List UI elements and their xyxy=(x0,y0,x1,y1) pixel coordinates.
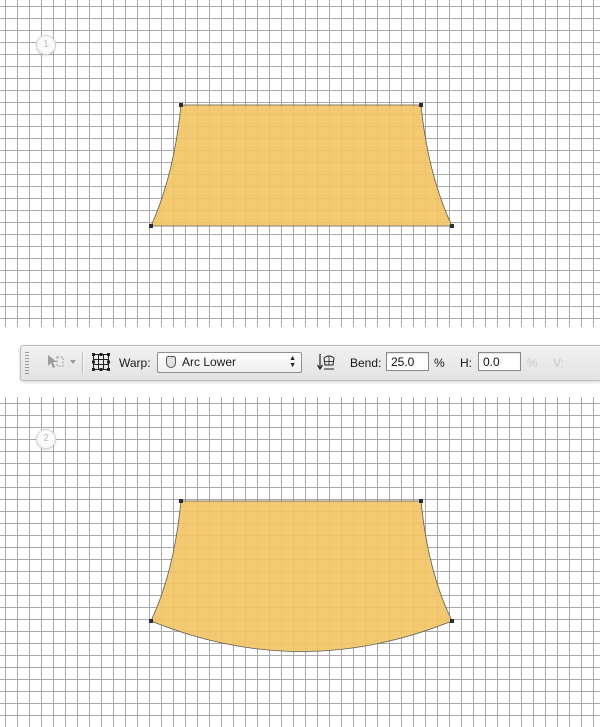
change-warp-orientation-icon[interactable] xyxy=(316,352,336,373)
warp-label: Warp: xyxy=(119,356,151,370)
dropdown-arrows-icon: ▲ ▼ xyxy=(289,355,296,369)
warp-options-bar: Warp: Arc Lower ▲▼ Bend: % H: % V: xyxy=(20,345,600,381)
bend-percent-input[interactable] xyxy=(386,352,429,371)
anchor-point-bottom-right[interactable] xyxy=(450,619,454,623)
toolbar-area: Warp: Arc Lower ▲▼ Bend: % H: % V: xyxy=(0,327,600,397)
trapezoid-shape-layer xyxy=(149,103,454,228)
anchor-point-top-left[interactable] xyxy=(179,499,183,503)
bend-unit-label: % xyxy=(434,356,445,370)
transform-arrow-icon[interactable] xyxy=(45,353,65,371)
anchor-point-top-right[interactable] xyxy=(419,499,423,503)
anchor-point-top-right[interactable] xyxy=(419,103,423,107)
warped-shape-layer xyxy=(149,499,454,652)
horizontal-distortion-input[interactable] xyxy=(478,352,521,371)
anchor-point-bottom-left[interactable] xyxy=(149,619,153,623)
trapezoid-shape[interactable] xyxy=(150,104,453,227)
warp-style-value: Arc Lower xyxy=(182,355,237,369)
vertical-distortion-label: V: xyxy=(553,356,564,370)
anchor-point-top-left[interactable] xyxy=(179,103,183,107)
toolbar-separator xyxy=(82,352,83,374)
toolbar-grip-handle[interactable] xyxy=(25,352,29,374)
warp-grid-icon[interactable] xyxy=(91,352,111,373)
bend-label: Bend: xyxy=(350,356,382,370)
horizontal-distortion-label: H: xyxy=(460,356,472,370)
horizontal-unit-label: % xyxy=(527,356,538,370)
warped-shape[interactable] xyxy=(150,500,453,652)
chevron-down-icon[interactable] xyxy=(70,360,76,364)
canvas-before-warp: 1 xyxy=(0,0,600,327)
warp-style-dropdown[interactable]: Arc Lower ▲ ▼ xyxy=(157,352,302,373)
anchor-point-bottom-right[interactable] xyxy=(450,224,454,228)
anchor-point-bottom-left[interactable] xyxy=(149,224,153,228)
canvas-after-warp: 2 xyxy=(0,397,600,727)
arc-lower-shape-icon xyxy=(166,356,176,368)
